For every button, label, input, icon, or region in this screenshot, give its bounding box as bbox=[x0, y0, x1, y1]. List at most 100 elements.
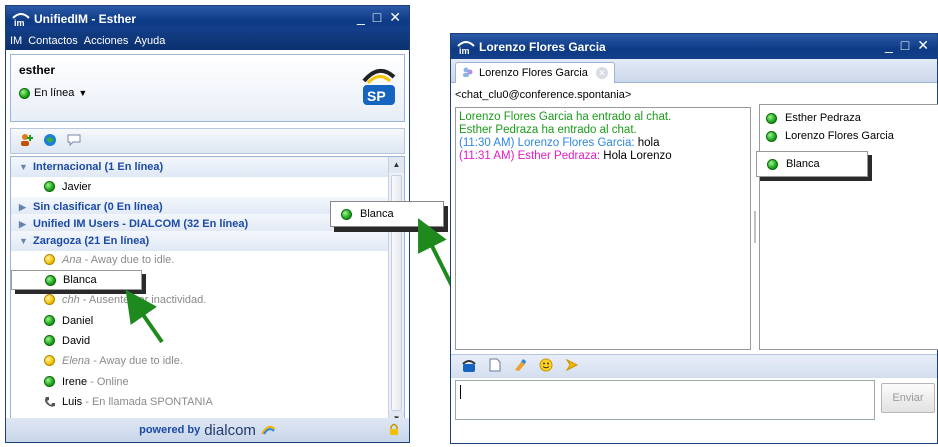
unifiedim-logo-icon: im bbox=[12, 11, 30, 28]
menu-im[interactable]: IM bbox=[10, 35, 22, 47]
pane-splitter[interactable] bbox=[754, 211, 756, 243]
chat-room-address: <chat_clu0@conference.spontania> bbox=[455, 89, 632, 101]
online-status-icon bbox=[44, 181, 55, 192]
contact-status: - Ausente por inactividad. bbox=[79, 294, 207, 306]
contact-name: Blanca bbox=[63, 274, 97, 286]
participant-name: Esther Pedraza bbox=[785, 112, 861, 124]
contact-javier[interactable]: Javier bbox=[11, 177, 388, 197]
smiley-icon[interactable] bbox=[539, 358, 553, 375]
online-status-icon bbox=[44, 376, 55, 387]
spontania-icon[interactable] bbox=[461, 358, 477, 375]
contact-list: ▼ Internacional (1 En línea) Javier ▶ Si… bbox=[10, 156, 405, 428]
contact-name: Daniel bbox=[62, 315, 94, 327]
minimize-icon[interactable]: _ bbox=[357, 9, 365, 26]
document-icon[interactable] bbox=[489, 358, 501, 375]
main-footer: powered by dialcom bbox=[6, 418, 409, 442]
group-internacional[interactable]: ▼ Internacional (1 En línea) bbox=[11, 157, 388, 177]
system-message: Esther Pedraza ha entrado al chat. bbox=[459, 124, 637, 136]
chat-titlebar[interactable]: im Lorenzo Flores Garcia _ □ ✕ bbox=[451, 34, 937, 59]
maximize-icon[interactable]: □ bbox=[901, 37, 909, 54]
lock-icon[interactable] bbox=[389, 423, 399, 439]
contact-status: - Online bbox=[87, 376, 129, 388]
chat-bubble-icon[interactable] bbox=[67, 133, 81, 150]
add-contact-icon[interactable] bbox=[19, 133, 33, 150]
text-cursor bbox=[460, 385, 461, 399]
message-sender: (11:30 AM) Lorenzo Flores Garcia: bbox=[459, 137, 635, 149]
chat-toolbar bbox=[451, 354, 937, 378]
group-label: Sin clasificar (0 En línea) bbox=[33, 201, 163, 213]
contact-name: Luis bbox=[62, 396, 83, 408]
contact-david[interactable]: David bbox=[11, 331, 388, 351]
participant-esther[interactable]: Esther Pedraza bbox=[766, 109, 861, 127]
expanded-arrow-icon: ▼ bbox=[19, 236, 28, 246]
svg-text:im: im bbox=[459, 46, 470, 55]
contact-list-scrollbar[interactable]: ▲ ▼ bbox=[388, 157, 404, 427]
tab-lorenzo[interactable]: Lorenzo Flores Garcia ✕ bbox=[455, 62, 615, 83]
phone-icon bbox=[44, 396, 56, 411]
participant-lorenzo[interactable]: Lorenzo Flores Garcia bbox=[766, 127, 894, 145]
svg-text:im: im bbox=[14, 18, 25, 27]
dialcom-brand: dialcom bbox=[204, 421, 256, 439]
chat-window-title: Lorenzo Flores Garcia bbox=[479, 39, 606, 54]
arrow-callout bbox=[418, 218, 454, 287]
contact-name: Javier bbox=[62, 181, 92, 193]
online-status-icon bbox=[766, 130, 777, 142]
maximize-icon[interactable]: □ bbox=[373, 9, 381, 26]
contact-name: Elena bbox=[62, 355, 91, 367]
globe-icon[interactable] bbox=[43, 133, 57, 150]
user-panel: esther En línea ▼ SP bbox=[10, 54, 405, 122]
message-input[interactable] bbox=[455, 380, 875, 420]
status-selector[interactable]: En línea ▼ bbox=[19, 87, 87, 99]
message-text: Hola Lorenzo bbox=[600, 150, 672, 162]
online-status-icon bbox=[19, 87, 30, 99]
message-text: hola bbox=[634, 137, 660, 149]
participant-list: Esther Pedraza Lorenzo Flores Garcia Bla… bbox=[756, 104, 938, 350]
contact-irene[interactable]: Irene - Online bbox=[11, 372, 388, 392]
tab-close-icon[interactable]: ✕ bbox=[596, 67, 608, 79]
minimize-icon[interactable]: _ bbox=[885, 37, 893, 54]
main-window-title: UnifiedIM - Esther bbox=[34, 11, 137, 26]
drag-callout-blanca: Blanca bbox=[330, 201, 444, 227]
main-menubar: IM Contactos Acciones Ayuda bbox=[6, 31, 409, 50]
chat-message: (11:30 AM) Lorenzo Flores Garcia: hola bbox=[459, 137, 747, 150]
menu-ayuda[interactable]: Ayuda bbox=[134, 35, 165, 47]
online-status-icon bbox=[341, 208, 352, 220]
contact-status: - En llamada SPONTANIA bbox=[82, 396, 213, 408]
menu-acciones[interactable]: Acciones bbox=[84, 35, 129, 47]
close-icon[interactable]: ✕ bbox=[917, 37, 929, 54]
contact-luis[interactable]: Luis - En llamada SPONTANIA bbox=[11, 392, 388, 412]
group-zaragoza[interactable]: ▼ Zaragoza (21 En línea) bbox=[11, 231, 388, 251]
contact-ana[interactable]: Ana - Away due to idle. bbox=[11, 250, 388, 270]
contact-name: Irene bbox=[62, 376, 88, 388]
contact-name: Ana bbox=[62, 254, 82, 266]
contact-elena[interactable]: Elena - Away due to idle. bbox=[11, 351, 388, 371]
dialcom-logo-icon bbox=[260, 423, 276, 438]
scroll-up-icon[interactable]: ▲ bbox=[389, 157, 404, 173]
user-name: esther bbox=[19, 63, 56, 77]
away-status-icon bbox=[44, 254, 55, 265]
callout-label: Blanca bbox=[360, 208, 394, 220]
away-status-icon bbox=[44, 355, 55, 366]
group-label: Internacional (1 En línea) bbox=[33, 161, 164, 173]
online-status-icon bbox=[766, 112, 777, 124]
clear-history-icon[interactable] bbox=[513, 358, 527, 375]
svg-text:SP: SP bbox=[367, 88, 386, 104]
participant-blanca[interactable]: Blanca bbox=[756, 151, 868, 177]
buzz-icon[interactable] bbox=[565, 358, 579, 375]
contact-chh[interactable]: chh - Ausente por inactividad. bbox=[11, 290, 388, 310]
online-status-icon bbox=[45, 275, 56, 286]
contact-name: chh bbox=[62, 294, 80, 306]
status-label: En línea bbox=[34, 87, 75, 99]
menu-contactos[interactable]: Contactos bbox=[28, 35, 78, 47]
send-button[interactable]: Enviar bbox=[881, 383, 935, 413]
main-titlebar[interactable]: im UnifiedIM - Esther _ □ ✕ bbox=[6, 6, 409, 31]
expanded-arrow-icon: ▼ bbox=[19, 162, 28, 172]
collapsed-arrow-icon: ▶ bbox=[19, 218, 26, 229]
chat-message: (11:31 AM) Esther Pedraza: Hola Lorenzo bbox=[459, 150, 747, 163]
contact-status: - Away due to idle. bbox=[81, 254, 175, 266]
close-icon[interactable]: ✕ bbox=[389, 9, 401, 26]
contact-daniel[interactable]: Daniel bbox=[11, 311, 388, 331]
group-chat-icon bbox=[462, 66, 474, 81]
contact-blanca[interactable]: Blanca bbox=[11, 270, 142, 290]
online-status-icon bbox=[44, 315, 55, 326]
